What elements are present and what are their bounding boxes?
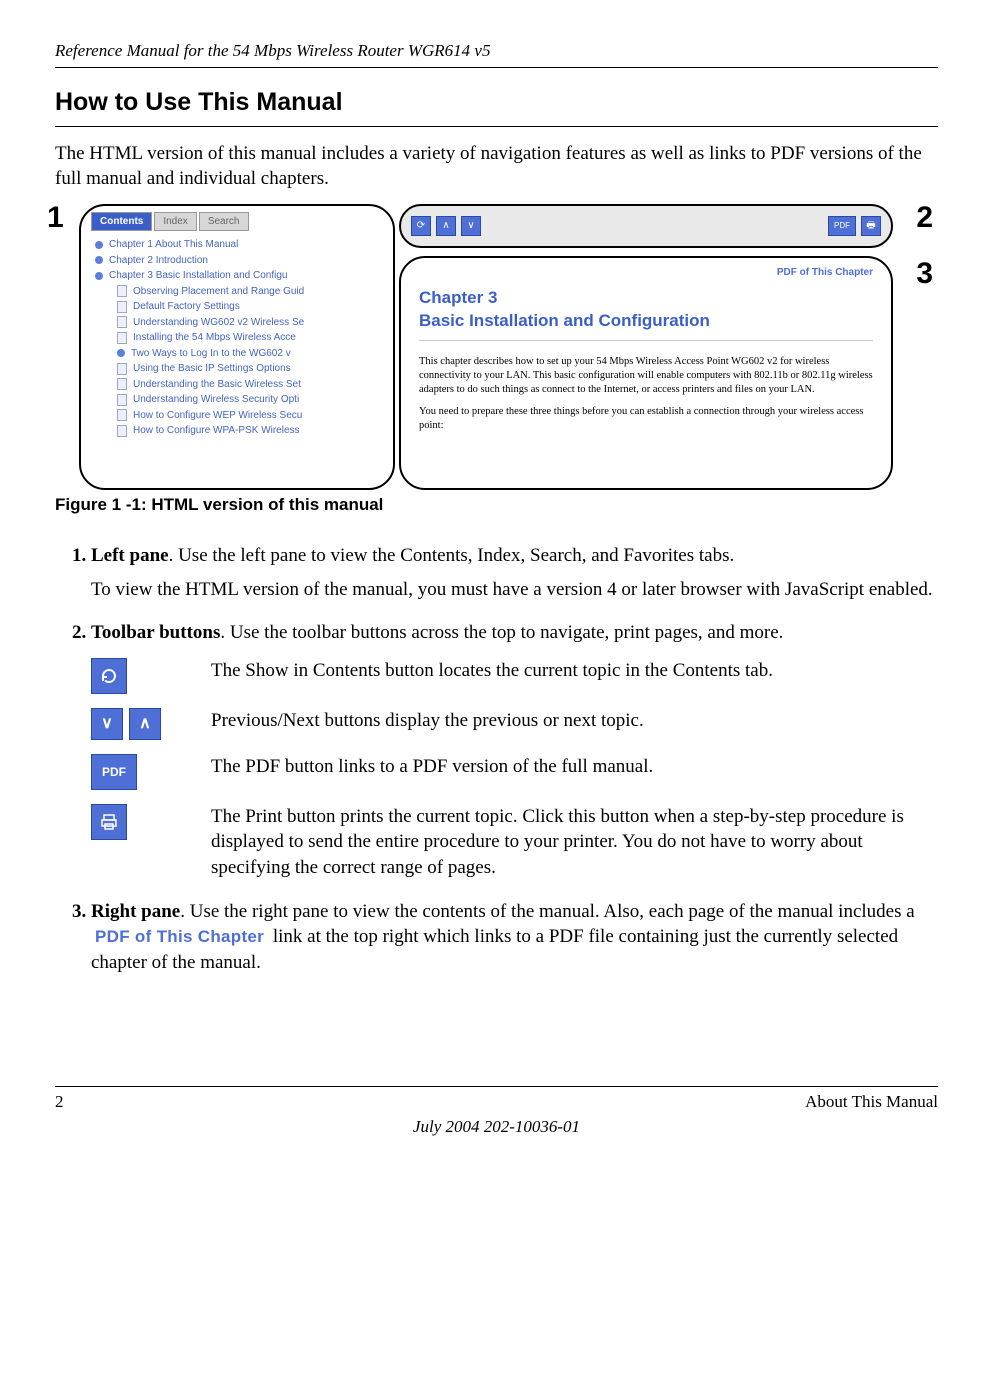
printer-icon bbox=[99, 812, 119, 832]
tree-item[interactable]: Understanding WG602 v2 Wireless Se bbox=[95, 315, 387, 331]
tab-index[interactable]: Index bbox=[154, 212, 196, 232]
instruction-list: Left pane. Use the left pane to view the… bbox=[55, 543, 938, 976]
figure-right-pane: PDF of This Chapter Chapter 3 Basic Inst… bbox=[399, 256, 893, 490]
tree-item[interactable]: How to Configure WPA-PSK Wireless bbox=[95, 423, 387, 439]
chapter-title: Basic Installation and Configuration bbox=[419, 311, 710, 330]
print-button[interactable] bbox=[91, 804, 127, 840]
tab-search[interactable]: Search bbox=[199, 212, 249, 232]
list-item-2: Toolbar buttons. Use the toolbar buttons… bbox=[91, 620, 938, 881]
tree-item[interactable]: Chapter 2 Introduction bbox=[95, 253, 387, 269]
pdf-button[interactable]: PDF bbox=[91, 754, 137, 790]
chapter-body-1: This chapter describes how to set up you… bbox=[419, 355, 873, 398]
print-icon[interactable]: 🖶 bbox=[861, 216, 881, 236]
tree-item[interactable]: Two Ways to Log In to the WG602 v bbox=[95, 346, 387, 362]
pdf-of-chapter-link[interactable]: PDF of This Chapter bbox=[419, 266, 873, 280]
icon-cell-show bbox=[91, 658, 211, 694]
section-rule bbox=[55, 126, 938, 127]
next-topic-icon[interactable]: ∧ bbox=[436, 216, 456, 236]
next-topic-button[interactable]: ∧ bbox=[129, 708, 161, 740]
tree-item[interactable]: Chapter 1 About This Manual bbox=[95, 237, 387, 253]
callout-3: 3 bbox=[916, 254, 933, 295]
icon-cell-print bbox=[91, 804, 211, 881]
desc-show: The Show in Contents button locates the … bbox=[211, 658, 938, 694]
tab-contents[interactable]: Contents bbox=[91, 212, 152, 232]
callout-2: 2 bbox=[916, 198, 933, 239]
item1-text: . Use the left pane to view the Contents… bbox=[169, 545, 735, 566]
desc-prevnext: Previous/Next buttons display the previo… bbox=[211, 708, 938, 740]
item1-lead: Left pane bbox=[91, 545, 169, 566]
tree-item[interactable]: Installing the 54 Mbps Wireless Acce bbox=[95, 330, 387, 346]
nav-tabs: Contents Index Search bbox=[87, 212, 387, 232]
item2-text: . Use the toolbar buttons across the top… bbox=[220, 622, 783, 643]
pdf-of-chapter-inline-link[interactable]: PDF of This Chapter bbox=[91, 927, 268, 946]
tree-item[interactable]: Default Factory Settings bbox=[95, 299, 387, 315]
figure-caption: Figure 1 -1: HTML version of this manual bbox=[55, 494, 938, 517]
tree-item[interactable]: Understanding Wireless Security Opti bbox=[95, 392, 387, 408]
pdf-icon[interactable]: PDF bbox=[828, 216, 856, 236]
item3-lead: Right pane bbox=[91, 901, 180, 922]
list-item-1: Left pane. Use the left pane to view the… bbox=[91, 543, 938, 602]
desc-print: The Print button prints the current topi… bbox=[211, 804, 938, 881]
page-number: 2 bbox=[55, 1091, 64, 1114]
contents-tree: Chapter 1 About This Manual Chapter 2 In… bbox=[87, 237, 387, 439]
intro-paragraph: The HTML version of this manual includes… bbox=[55, 141, 938, 192]
footer-center: July 2004 202-10036-01 bbox=[55, 1116, 938, 1139]
list-item-3: Right pane. Use the right pane to view t… bbox=[91, 899, 938, 976]
section-title: How to Use This Manual bbox=[55, 86, 938, 120]
refresh-icon bbox=[99, 666, 119, 686]
header-rule bbox=[55, 67, 938, 68]
tree-item[interactable]: Chapter 3 Basic Installation and Configu bbox=[95, 268, 387, 284]
running-header: Reference Manual for the 54 Mbps Wireles… bbox=[55, 40, 938, 63]
item2-lead: Toolbar buttons bbox=[91, 622, 220, 643]
tree-item[interactable]: How to Configure WEP Wireless Secu bbox=[95, 408, 387, 424]
icon-cell-pdf: PDF bbox=[91, 754, 211, 790]
toolbar-icon-table: The Show in Contents button locates the … bbox=[91, 658, 938, 881]
item3-text-a: . Use the right pane to view the content… bbox=[180, 901, 914, 922]
callout-1: 1 bbox=[47, 198, 64, 239]
show-in-contents-icon[interactable]: ⟳ bbox=[411, 216, 431, 236]
icon-cell-prevnext: ∨ ∧ bbox=[91, 708, 211, 740]
footer-rule bbox=[55, 1086, 938, 1087]
show-in-contents-button[interactable] bbox=[91, 658, 127, 694]
prev-topic-button[interactable]: ∨ bbox=[91, 708, 123, 740]
tree-item[interactable]: Using the Basic IP Settings Options bbox=[95, 361, 387, 377]
figure-1-1: 1 2 3 Contents Index Search Chapter 1 Ab… bbox=[55, 202, 925, 492]
tree-item[interactable]: Understanding the Basic Wireless Set bbox=[95, 377, 387, 393]
prev-topic-icon[interactable]: ∨ bbox=[461, 216, 481, 236]
figure-left-pane: Contents Index Search Chapter 1 About Th… bbox=[79, 204, 395, 490]
item1-paragraph: To view the HTML version of the manual, … bbox=[91, 577, 938, 603]
footer-right: About This Manual bbox=[805, 1091, 938, 1114]
tree-item[interactable]: Observing Placement and Range Guid bbox=[95, 284, 387, 300]
desc-pdf: The PDF button links to a PDF version of… bbox=[211, 754, 938, 790]
figure-toolbar: ⟳ ∧ ∨ PDF 🖶 bbox=[399, 204, 893, 248]
page-footer: 2 About This Manual July 2004 202-10036-… bbox=[55, 1086, 938, 1139]
chapter-number: Chapter 3 bbox=[419, 288, 497, 307]
chapter-heading: Chapter 3 Basic Installation and Configu… bbox=[419, 287, 873, 340]
chapter-body-2: You need to prepare these three things b… bbox=[419, 405, 873, 433]
